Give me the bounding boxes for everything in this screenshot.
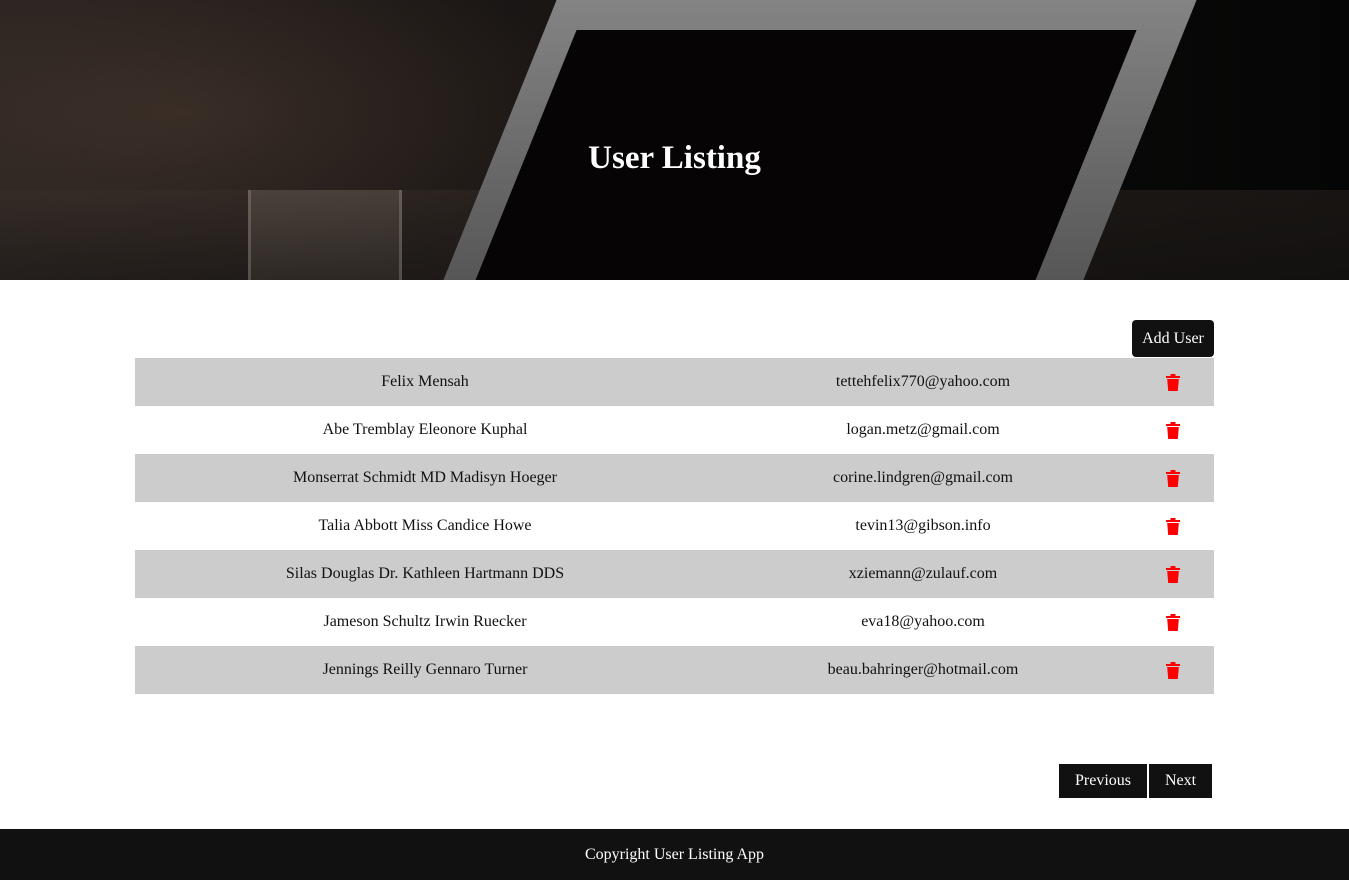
user-email: xziemann@zulauf.com xyxy=(848,565,998,582)
table-row: Jennings Reilly Gennaro Turner beau.bahr… xyxy=(135,646,1214,694)
user-name: Talia Abbott Miss Candice Howe xyxy=(318,517,532,534)
user-name: Abe Tremblay Eleonore Kuphal xyxy=(322,421,528,438)
table-row: Abe Tremblay Eleonore Kuphal logan.metz@… xyxy=(135,406,1214,454)
hero-banner: User Listing xyxy=(0,0,1349,280)
trash-icon[interactable] xyxy=(1165,565,1180,583)
next-page-button[interactable]: Next xyxy=(1149,764,1212,798)
table-row: Silas Douglas Dr. Kathleen Hartmann DDS … xyxy=(135,550,1214,598)
footer: Copyright User Listing App xyxy=(0,829,1349,880)
delete-button[interactable] xyxy=(1131,565,1214,583)
user-name: Felix Mensah xyxy=(381,373,469,390)
delete-button[interactable] xyxy=(1131,661,1214,679)
delete-button[interactable] xyxy=(1131,469,1214,487)
user-name: Monserrat Schmidt MD Madisyn Hoeger xyxy=(293,469,557,486)
user-name: Silas Douglas Dr. Kathleen Hartmann DDS xyxy=(285,565,565,582)
trash-icon[interactable] xyxy=(1165,469,1180,487)
trash-icon[interactable] xyxy=(1165,421,1180,439)
delete-button[interactable] xyxy=(1131,613,1214,631)
table-row: Monserrat Schmidt MD Madisyn Hoeger cori… xyxy=(135,454,1214,502)
page-title: User Listing xyxy=(588,140,761,177)
user-email: tettehfelix770@yahoo.com xyxy=(835,373,1011,390)
user-email: beau.bahringer@hotmail.com xyxy=(827,661,1019,678)
user-name: Jennings Reilly Gennaro Turner xyxy=(322,661,528,678)
trash-icon[interactable] xyxy=(1165,613,1180,631)
table-row: Talia Abbott Miss Candice Howe tevin13@g… xyxy=(135,502,1214,550)
user-name: Jameson Schultz Irwin Ruecker xyxy=(323,613,527,630)
table-row: Jameson Schultz Irwin Ruecker eva18@yaho… xyxy=(135,598,1214,646)
user-email: logan.metz@gmail.com xyxy=(846,421,1000,438)
hero-glass-image xyxy=(248,190,402,280)
delete-button[interactable] xyxy=(1131,517,1214,535)
user-email: tevin13@gibson.info xyxy=(855,517,991,534)
add-user-button[interactable]: Add User xyxy=(1132,320,1214,357)
user-table: Felix Mensah tettehfelix770@yahoo.com Ab… xyxy=(135,358,1214,694)
user-email: eva18@yahoo.com xyxy=(861,613,985,630)
delete-button[interactable] xyxy=(1131,421,1214,439)
trash-icon[interactable] xyxy=(1165,661,1180,679)
trash-icon[interactable] xyxy=(1165,373,1180,391)
trash-icon[interactable] xyxy=(1165,517,1180,535)
previous-page-button[interactable]: Previous xyxy=(1059,764,1147,798)
footer-copyright: Copyright User Listing App xyxy=(584,845,765,863)
delete-button[interactable] xyxy=(1131,373,1214,391)
user-email: corine.lindgren@gmail.com xyxy=(832,469,1013,486)
table-row: Felix Mensah tettehfelix770@yahoo.com xyxy=(135,358,1214,406)
